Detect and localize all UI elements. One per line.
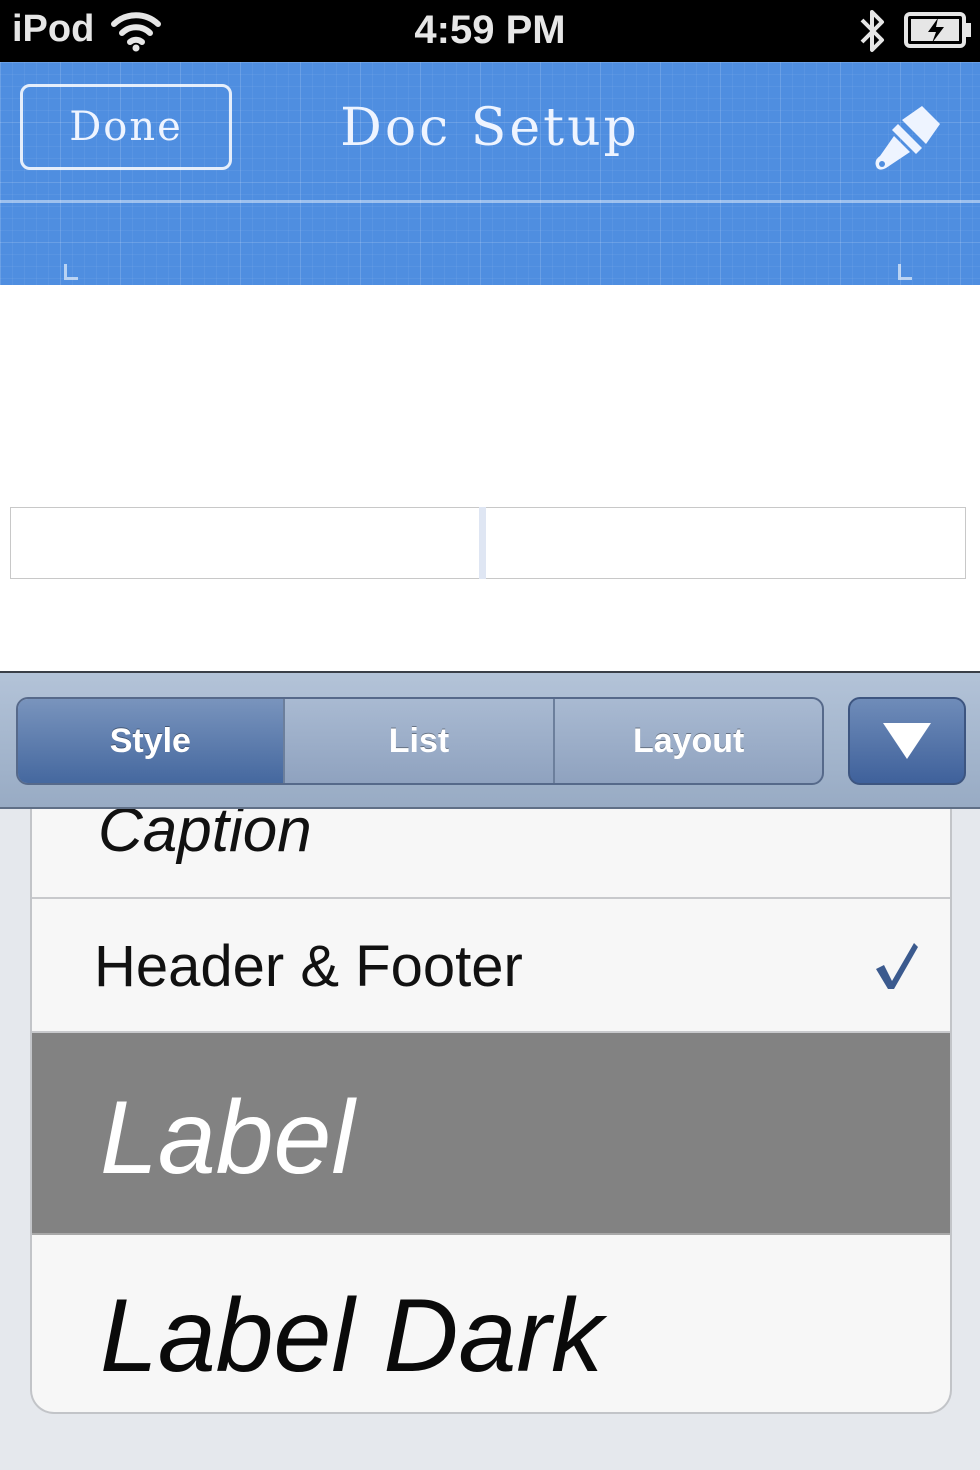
bluetooth-icon (860, 10, 884, 52)
page-title: Doc Setup (340, 98, 640, 158)
list-item-label: Label (100, 1080, 355, 1196)
panel-toolbar: Style List Layout (0, 673, 980, 809)
list-item-header-footer[interactable]: Header & Footer (32, 899, 950, 1033)
document-canvas[interactable] (0, 285, 980, 673)
tab-list[interactable]: List (285, 699, 556, 783)
navbar-rule (0, 200, 980, 203)
navigation-bar: Done Doc Setup (0, 62, 980, 285)
segmented-control: Style List Layout (16, 697, 824, 785)
list-item-label: Label Dark (100, 1278, 603, 1394)
tab-style[interactable]: Style (18, 699, 285, 783)
list-item-label: Caption (98, 809, 312, 865)
paintbrush-icon[interactable] (872, 102, 944, 174)
list-item-label-dark[interactable]: Label Dark (32, 1235, 950, 1412)
battery-charging-icon (904, 12, 971, 48)
list-item-label-style[interactable]: Label (32, 1033, 950, 1235)
tab-layout[interactable]: Layout (555, 699, 822, 783)
status-bar: iPod 4:59 PM (0, 0, 980, 62)
list-item-caption[interactable]: Caption (32, 809, 950, 899)
triangle-down-icon (883, 723, 931, 759)
collapse-panel-button[interactable] (848, 697, 966, 785)
table-cell-left[interactable] (10, 507, 482, 579)
checkmark-icon (876, 943, 918, 989)
style-panel: Style List Layout Caption Header & Foote… (0, 671, 980, 1470)
text-cursor (479, 507, 486, 579)
list-item-label: Header & Footer (94, 934, 523, 999)
margin-marker-left (64, 264, 78, 280)
table-cell-right[interactable] (486, 507, 966, 579)
margin-marker-right (898, 264, 912, 280)
style-list: Caption Header & Footer Label Label Dark (30, 809, 952, 1414)
clock: 4:59 PM (414, 8, 566, 52)
